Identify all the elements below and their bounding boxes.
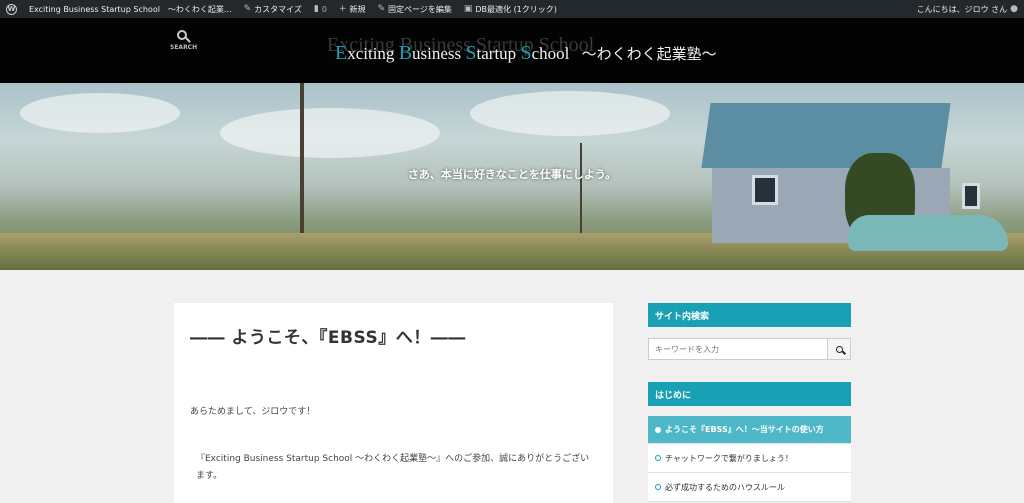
article-paragraph: 『Exciting Business Startup School 〜わくわく起… — [196, 454, 590, 482]
hero-image: さあ、本当に好きなことを仕事にしよう。 — [0, 83, 1024, 270]
lock-icon: ▣ — [463, 4, 473, 14]
widget-title-site-search: サイト内検索 — [648, 303, 851, 327]
admin-edit-page[interactable]: ✎ 固定ページを編集 — [371, 0, 457, 18]
logo-word: chool — [531, 44, 570, 63]
admin-site-name-label: Exciting Business Startup School 〜わくわく起業… — [29, 4, 232, 14]
utility-pole — [580, 143, 582, 243]
menu-item-label: ようこそ『EBSS』へ！〜当サイトの使い方 — [665, 425, 824, 434]
logo-word: tartup — [476, 44, 517, 63]
cloud-shape — [220, 108, 440, 158]
brush-icon: ✎ — [243, 4, 252, 14]
admin-site-name[interactable]: Exciting Business Startup School 〜わくわく起業… — [23, 0, 238, 18]
admin-customize-label: カスタマイズ — [254, 4, 302, 14]
vintage-car — [848, 215, 1008, 251]
search-toggle-label: SEARCH — [170, 44, 198, 51]
logo-initial: S — [465, 42, 477, 64]
cloud-shape — [20, 93, 180, 133]
wordpress-logo-menu[interactable]: W — [0, 0, 23, 18]
admin-new-label: 新規 — [349, 4, 366, 14]
menu-item-label: チャットワークで繋がりましょう！ — [665, 453, 793, 463]
logo-initial: S — [520, 42, 532, 64]
sidebar-search-form — [648, 338, 851, 360]
logo-word: usiness — [412, 44, 462, 63]
cloud-shape — [470, 91, 670, 136]
user-icon: ● — [1010, 4, 1018, 14]
house-window — [962, 183, 980, 209]
intro-menu: ようこそ『EBSS』へ！〜当サイトの使い方 チャットワークで繋がりましょう！ 必… — [648, 416, 851, 502]
plus-icon: + — [338, 4, 347, 14]
site-logo[interactable]: Exciting Business Startup School 〜わくわく起業… — [335, 42, 717, 65]
bullet-icon — [655, 484, 661, 490]
article-paragraph: あらためまして、ジロウです！ — [190, 407, 316, 417]
comment-icon: ▮ — [313, 4, 319, 14]
article-title: ―― ようこそ、『EBSS』へ！―― — [190, 328, 466, 348]
search-submit-button[interactable] — [828, 338, 851, 360]
pencil-icon: ✎ — [377, 4, 386, 14]
logo-word: xciting — [347, 44, 395, 63]
search-input[interactable] — [648, 338, 828, 360]
admin-bar: W Exciting Business Startup School 〜わくわく… — [0, 0, 1024, 18]
bullet-icon — [655, 455, 661, 461]
admin-account[interactable]: こんにちは、ジロウ さん ● — [911, 0, 1024, 18]
hero-tagline: さあ、本当に好きなことを仕事にしよう。 — [407, 168, 617, 181]
site-header: SEARCH Exciting Business Startup School … — [0, 18, 1024, 83]
house-roof — [701, 103, 951, 168]
logo-initial: E — [335, 42, 348, 64]
logo-initial: B — [398, 42, 413, 64]
menu-item-welcome[interactable]: ようこそ『EBSS』へ！〜当サイトの使い方 — [648, 416, 851, 444]
admin-edit-page-label: 固定ページを編集 — [388, 4, 452, 14]
admin-greeting: こんにちは、ジロウ さん — [916, 4, 1008, 14]
search-icon — [177, 30, 187, 40]
comment-count: 0 — [321, 4, 327, 14]
header-search-toggle[interactable]: SEARCH — [170, 30, 198, 51]
search-icon — [835, 345, 843, 353]
menu-item-house-rules[interactable]: 必ず成功するためのハウスルール — [648, 473, 851, 502]
wordpress-icon: W — [6, 3, 17, 15]
bullet-icon — [655, 426, 661, 433]
admin-new[interactable]: + 新規 — [333, 0, 372, 18]
admin-db-optimize-label: DB最適化 (1クリック) — [475, 4, 557, 14]
widget-title-intro: はじめに — [648, 382, 851, 406]
logo-japanese-subtitle: 〜わくわく起業塾〜 — [581, 45, 717, 63]
menu-item-chatwork[interactable]: チャットワークで繋がりましょう！ — [648, 444, 851, 473]
menu-item-label: 必ず成功するためのハウスルール — [665, 482, 785, 492]
main-article: ―― ようこそ、『EBSS』へ！―― あらためまして、ジロウです！ 『Excit… — [174, 303, 613, 503]
admin-comments[interactable]: ▮ 0 — [308, 0, 333, 18]
admin-customize[interactable]: ✎ カスタマイズ — [238, 0, 308, 18]
admin-db-optimize[interactable]: ▣ DB最適化 (1クリック) — [458, 0, 563, 18]
